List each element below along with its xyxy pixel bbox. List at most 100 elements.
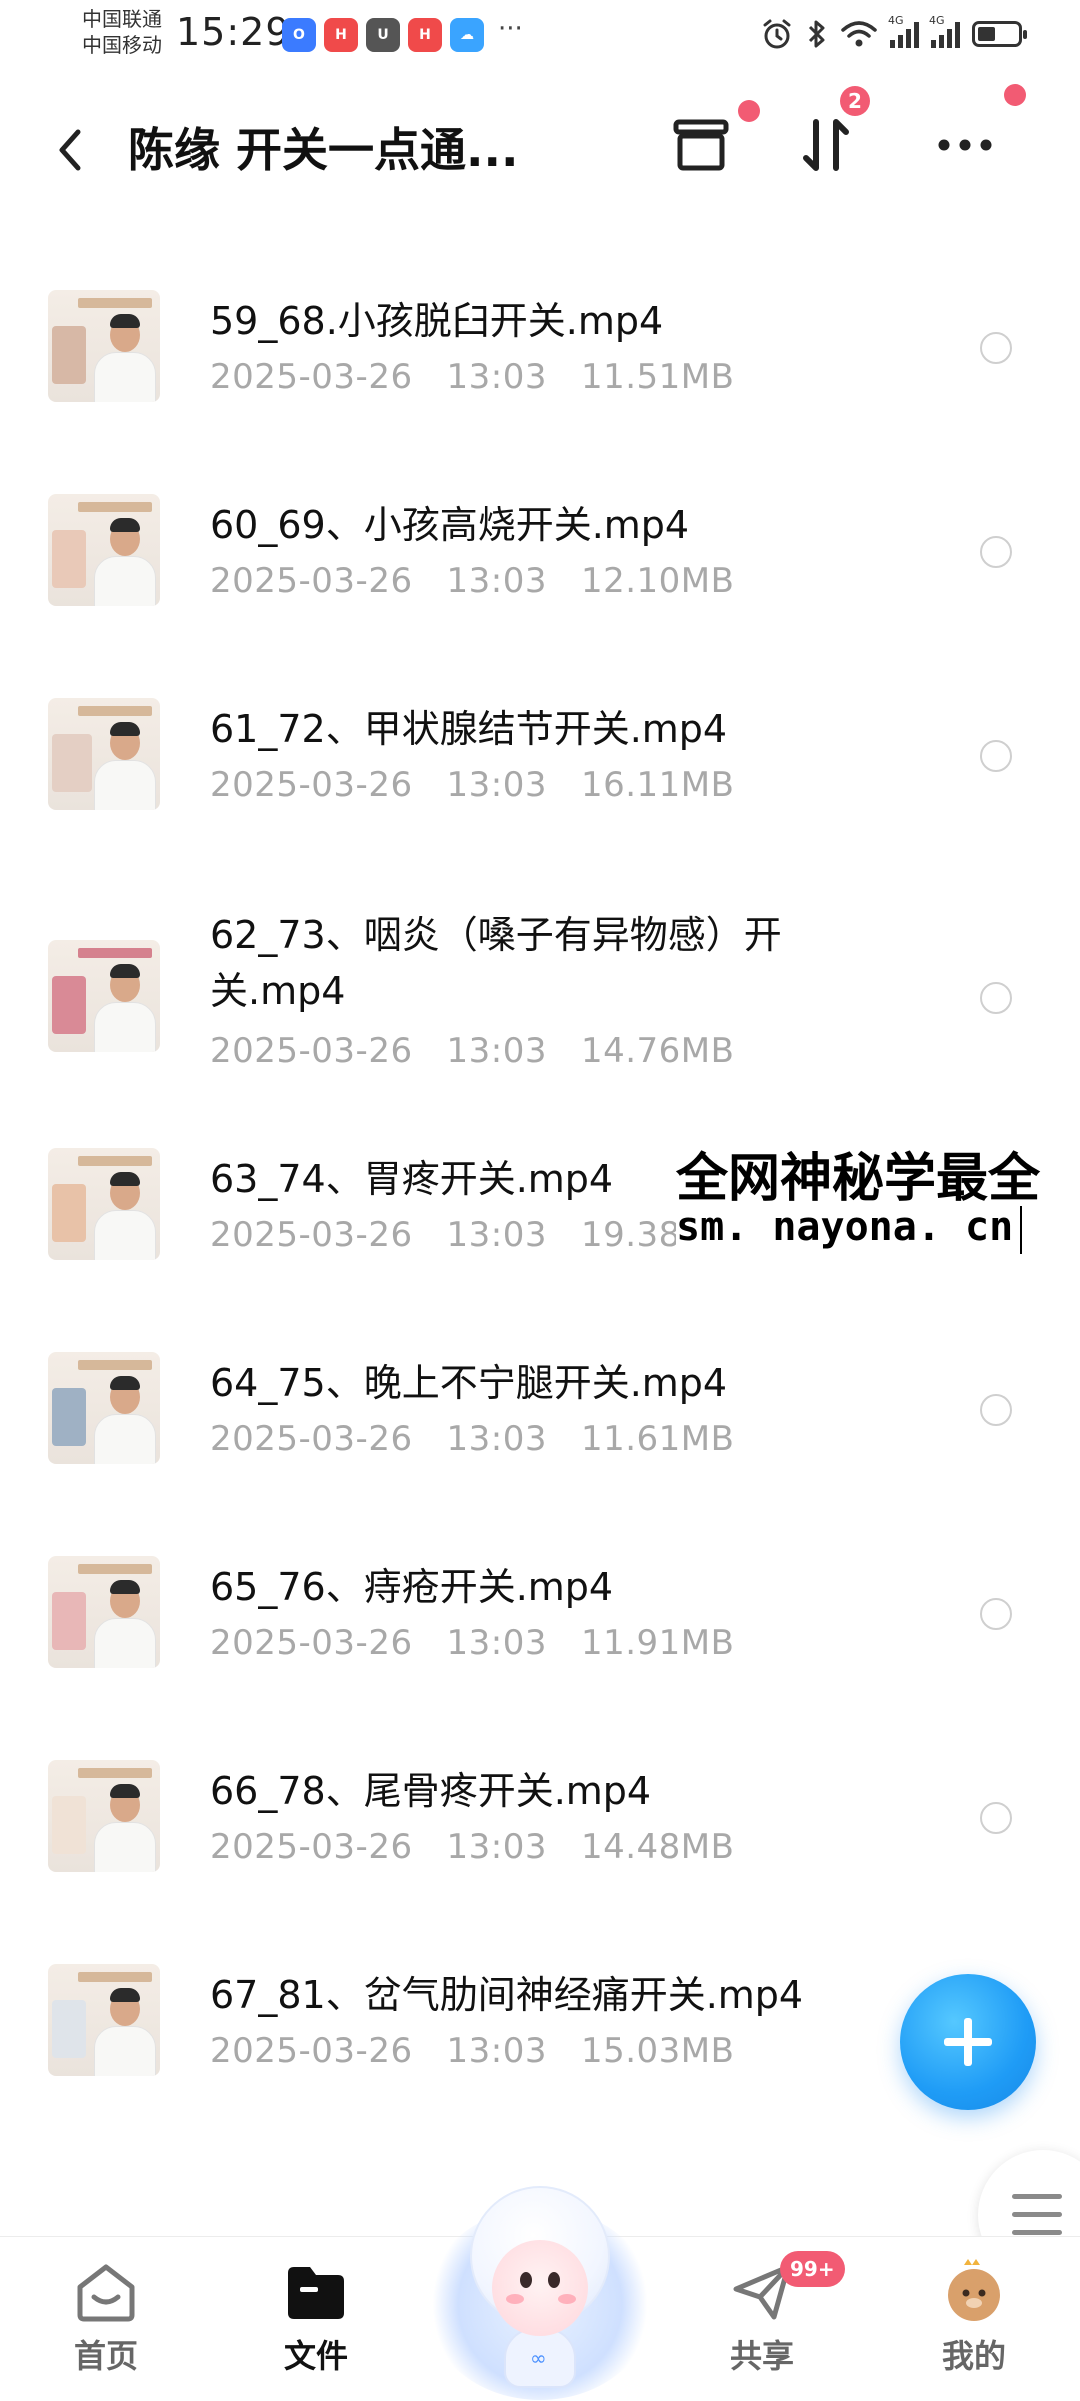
nav-mine[interactable]: 我的 bbox=[894, 2237, 1054, 2401]
nav-files[interactable]: 文件 bbox=[236, 2237, 396, 2401]
carrier-info: 中国联通 中国移动 bbox=[82, 6, 162, 58]
video-thumbnail bbox=[48, 940, 160, 1052]
select-radio[interactable] bbox=[980, 1802, 1012, 1834]
sort-badge: 2 bbox=[840, 86, 870, 116]
more-options-button[interactable] bbox=[930, 110, 1000, 180]
video-thumbnail bbox=[48, 290, 160, 402]
notification-app-icon: O bbox=[282, 18, 316, 52]
file-size: 12.10MB bbox=[580, 561, 735, 601]
video-thumbnail bbox=[48, 494, 160, 606]
file-row[interactable]: 59_68.小孩脱臼开关.mp4 2025-03-26 13:03 11.51M… bbox=[0, 286, 1080, 406]
status-bar: 中国联通 中国移动 15:29 O H U H ☁ ··· 4G 4G bbox=[0, 0, 1080, 70]
notification-dot bbox=[1004, 84, 1026, 106]
file-meta: 2025-03-26 13:03 19.38MB bbox=[210, 1212, 734, 1258]
archive-button[interactable] bbox=[666, 110, 736, 180]
app-header: 陈缘 开关一点通... 2 bbox=[0, 80, 1080, 210]
carrier-1: 中国联通 bbox=[82, 7, 162, 31]
nav-home[interactable]: 首页 bbox=[26, 2237, 186, 2401]
home-icon bbox=[77, 2264, 135, 2322]
cloud-logo-icon: ∞ bbox=[530, 2346, 547, 2370]
file-row[interactable]: 65_76、痔疮开关.mp4 2025-03-26 13:03 11.91MB bbox=[0, 1552, 1080, 1672]
text-cursor bbox=[1020, 1206, 1022, 1254]
file-meta: 2025-03-26 13:03 15.03MB bbox=[210, 2028, 734, 2074]
file-meta: 2025-03-26 13:03 11.51MB bbox=[210, 354, 734, 400]
carrier-2: 中国移动 bbox=[82, 33, 162, 57]
nav-files-label: 文件 bbox=[283, 2337, 348, 2375]
notification-dot bbox=[738, 100, 760, 122]
page-title: 陈缘 开关一点通... bbox=[128, 123, 519, 177]
add-button[interactable] bbox=[900, 1974, 1036, 2110]
system-status-icons: 4G 4G bbox=[760, 14, 1027, 54]
file-name: 61_72、甲状腺结节开关.mp4 bbox=[210, 707, 728, 751]
share-badge: 99+ bbox=[780, 2251, 845, 2287]
mascot-face bbox=[492, 2240, 588, 2336]
file-time: 13:03 bbox=[446, 1031, 548, 1071]
file-name-line-2: 关.mp4 bbox=[210, 969, 346, 1013]
file-time: 13:03 bbox=[446, 1215, 548, 1255]
file-row[interactable]: 62_73、咽炎（嗓子有异物感）开 关.mp4 2025-03-26 13:03… bbox=[0, 896, 1080, 1071]
assistant-mascot-button[interactable]: ∞ bbox=[426, 2178, 654, 2400]
file-meta: 2025-03-26 13:03 14.76MB bbox=[210, 1028, 734, 1074]
file-date: 2025-03-26 bbox=[210, 561, 413, 601]
avatar-icon bbox=[948, 2259, 1000, 2321]
file-time: 13:03 bbox=[446, 1623, 548, 1663]
watermark-line-1: 全网神秘学最全 bbox=[676, 1149, 1041, 1209]
file-size: 14.48MB bbox=[580, 1827, 735, 1867]
video-thumbnail bbox=[48, 1148, 160, 1260]
file-name: 66_78、尾骨疼开关.mp4 bbox=[210, 1769, 652, 1813]
signal-icon: 4G bbox=[888, 14, 919, 48]
sort-button[interactable] bbox=[792, 110, 862, 180]
network-type-label: 4G bbox=[888, 14, 904, 27]
bluetooth-icon bbox=[808, 20, 825, 48]
select-radio[interactable] bbox=[980, 536, 1012, 568]
file-row[interactable]: 64_75、晚上不宁腿开关.mp4 2025-03-26 13:03 11.61… bbox=[0, 1348, 1080, 1468]
file-time: 13:03 bbox=[446, 765, 548, 805]
file-name: 60_69、小孩高烧开关.mp4 bbox=[210, 503, 690, 547]
video-thumbnail bbox=[48, 1760, 160, 1872]
video-thumbnail bbox=[48, 1556, 160, 1668]
file-name-line-1: 62_73、咽炎（嗓子有异物感）开 bbox=[210, 913, 782, 957]
video-thumbnail bbox=[48, 1352, 160, 1464]
file-meta: 2025-03-26 13:03 11.61MB bbox=[210, 1416, 734, 1462]
select-radio[interactable] bbox=[980, 1394, 1012, 1426]
file-name: 65_76、痔疮开关.mp4 bbox=[210, 1565, 614, 1609]
file-size: 15.03MB bbox=[580, 2031, 735, 2071]
file-meta: 2025-03-26 13:03 14.48MB bbox=[210, 1824, 734, 1870]
file-row[interactable]: 60_69、小孩高烧开关.mp4 2025-03-26 13:03 12.10M… bbox=[0, 490, 1080, 610]
folder-icon bbox=[288, 2267, 344, 2319]
file-row[interactable]: 61_72、甲状腺结节开关.mp4 2025-03-26 13:03 16.11… bbox=[0, 694, 1080, 814]
select-radio[interactable] bbox=[980, 332, 1012, 364]
file-size: 14.76MB bbox=[580, 1031, 735, 1071]
weather-icon: ☁ bbox=[450, 18, 484, 52]
signal-icon: 4G bbox=[929, 14, 960, 48]
wifi-icon bbox=[841, 21, 877, 47]
video-thumbnail bbox=[48, 1964, 160, 2076]
file-date: 2025-03-26 bbox=[210, 1827, 413, 1867]
file-name: 59_68.小孩脱臼开关.mp4 bbox=[210, 299, 664, 343]
nav-home-label: 首页 bbox=[73, 2337, 138, 2375]
network-type-label: 4G bbox=[929, 14, 945, 27]
notification-app-icon: H bbox=[324, 18, 358, 52]
watermark-line-2: sm. nayona. cn bbox=[676, 1204, 1014, 1250]
file-time: 13:03 bbox=[446, 2031, 548, 2071]
back-button[interactable] bbox=[46, 120, 96, 180]
file-date: 2025-03-26 bbox=[210, 1623, 413, 1663]
file-date: 2025-03-26 bbox=[210, 1419, 413, 1459]
file-size: 11.91MB bbox=[580, 1623, 735, 1663]
file-meta: 2025-03-26 13:03 11.91MB bbox=[210, 1620, 734, 1666]
more-notifications-icon: ··· bbox=[498, 14, 523, 44]
nav-share-label: 共享 bbox=[729, 2337, 794, 2375]
select-radio[interactable] bbox=[980, 1598, 1012, 1630]
notification-app-icon: H bbox=[408, 18, 442, 52]
file-row[interactable]: 66_78、尾骨疼开关.mp4 2025-03-26 13:03 14.48MB bbox=[0, 1756, 1080, 1876]
file-time: 13:03 bbox=[446, 357, 548, 397]
file-name: 64_75、晚上不宁腿开关.mp4 bbox=[210, 1361, 728, 1405]
alarm-icon bbox=[763, 19, 791, 49]
battery-icon bbox=[972, 21, 1027, 47]
file-date: 2025-03-26 bbox=[210, 1031, 413, 1071]
file-date: 2025-03-26 bbox=[210, 765, 413, 805]
select-radio[interactable] bbox=[980, 982, 1012, 1014]
select-radio[interactable] bbox=[980, 740, 1012, 772]
file-date: 2025-03-26 bbox=[210, 357, 413, 397]
file-time: 13:03 bbox=[446, 561, 548, 601]
